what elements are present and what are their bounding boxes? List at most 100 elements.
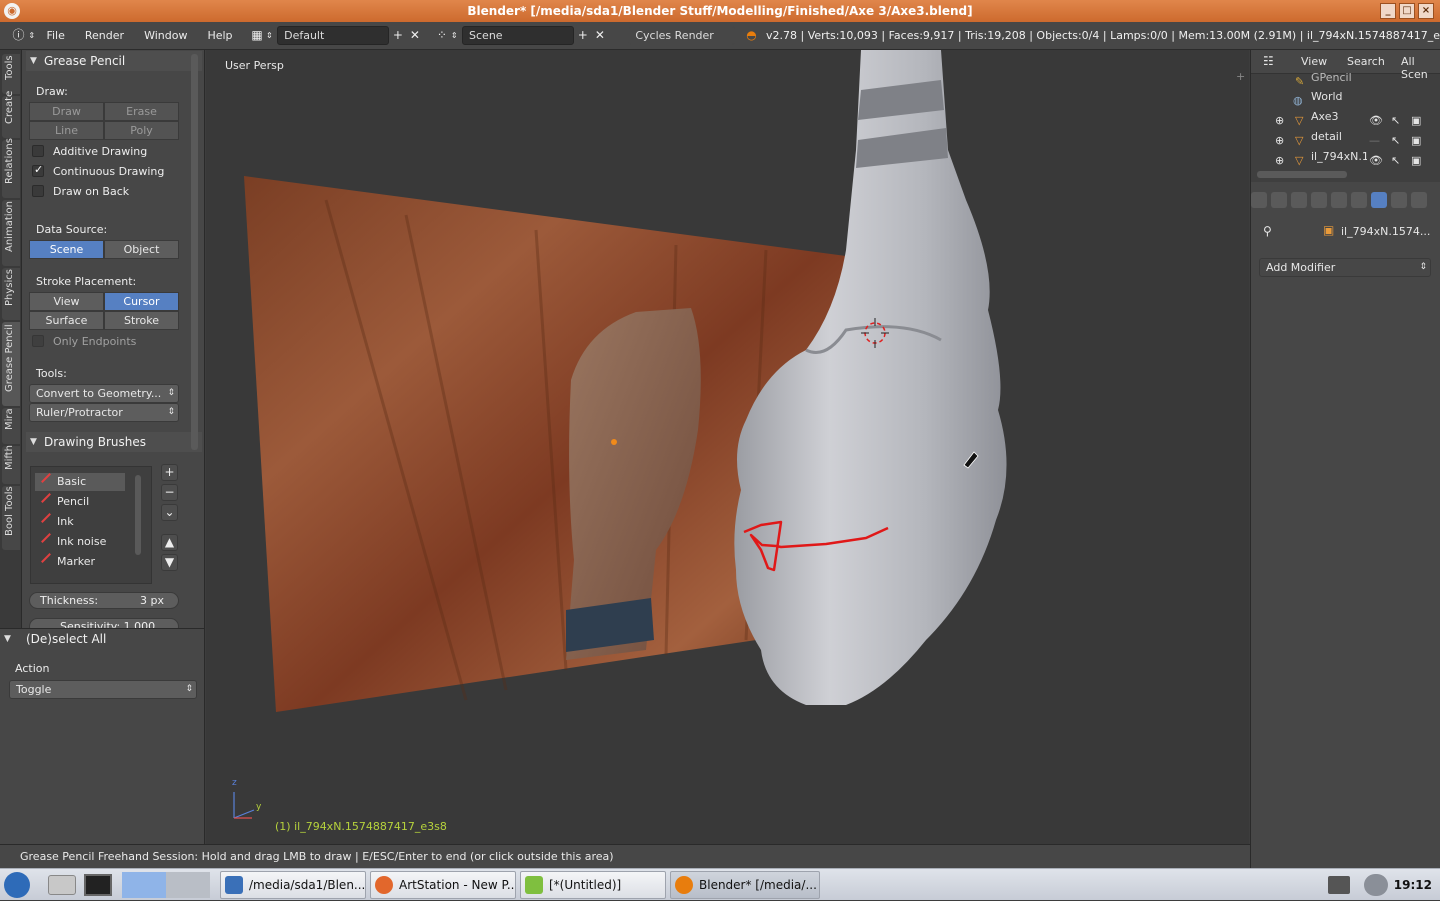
window-menu-icon[interactable]: ◉: [4, 3, 20, 19]
object-tab-icon[interactable]: [1331, 192, 1347, 208]
tab-mifth[interactable]: Mifth: [2, 445, 20, 484]
outliner-horizontal-scrollbar[interactable]: [1257, 171, 1347, 178]
tab-mira[interactable]: Mira: [2, 408, 20, 444]
task-blender[interactable]: Blender* [/media/...: [670, 871, 820, 899]
add-screen-icon[interactable]: +: [389, 26, 406, 45]
remove-scene-icon[interactable]: ✕: [591, 26, 608, 45]
close-button[interactable]: ×: [1418, 3, 1434, 19]
camera-render-icon[interactable]: ▣: [1411, 151, 1421, 171]
info-editor-icon[interactable]: ⓘ: [10, 26, 27, 45]
editor-type-dropdown-icon[interactable]: ⇕: [27, 26, 36, 45]
additive-drawing-checkbox[interactable]: [32, 145, 44, 157]
only-endpoints-checkbox[interactable]: [32, 335, 44, 347]
maximize-button[interactable]: □: [1399, 3, 1415, 19]
tab-create[interactable]: Create: [2, 91, 20, 138]
tab-physics[interactable]: Physics: [2, 268, 20, 320]
world-tab-icon[interactable]: [1311, 192, 1327, 208]
material-tab-icon[interactable]: [1411, 192, 1427, 208]
pin-icon[interactable]: ⚲: [1263, 224, 1272, 238]
task-text-editor[interactable]: [*(Untitled)]: [520, 871, 666, 899]
screen-layout-icon[interactable]: ▦: [249, 26, 266, 45]
render-tab-icon[interactable]: [1251, 192, 1267, 208]
render-layers-tab-icon[interactable]: [1271, 192, 1287, 208]
data-source-scene-button[interactable]: Scene: [29, 240, 104, 259]
poly-button[interactable]: Poly: [104, 121, 179, 140]
scene-icon[interactable]: ⁘: [433, 26, 450, 45]
placement-view-button[interactable]: View: [29, 292, 104, 311]
minimize-button[interactable]: _: [1380, 3, 1396, 19]
action-dropdown[interactable]: Toggle: [9, 680, 197, 699]
modifiers-wrench-icon[interactable]: [1371, 192, 1387, 208]
outliner-item-detail[interactable]: ⊕ ▽ detail — ↖ ▣: [1251, 127, 1440, 147]
chevron-updown-icon[interactable]: ⇕: [266, 26, 274, 45]
move-down-icon[interactable]: ▼: [161, 554, 178, 571]
start-menu-icon[interactable]: [4, 872, 30, 898]
drawing-brushes-panel-header[interactable]: Drawing Brushes: [26, 432, 202, 452]
outliner-menu-view[interactable]: View: [1301, 55, 1327, 68]
convert-to-geometry-dropdown[interactable]: Convert to Geometry...: [29, 384, 179, 403]
eye-icon[interactable]: 👁: [1369, 151, 1383, 171]
line-button[interactable]: Line: [29, 121, 104, 140]
workspace-2[interactable]: [166, 872, 210, 898]
constraints-tab-icon[interactable]: [1351, 192, 1367, 208]
brush-specials-icon[interactable]: ⌄: [161, 504, 178, 521]
brush-marker[interactable]: Marker: [35, 553, 125, 571]
placement-surface-button[interactable]: Surface: [29, 311, 104, 330]
draw-on-back-checkbox[interactable]: [32, 185, 44, 197]
volume-icon[interactable]: [1364, 874, 1388, 896]
task-file-manager[interactable]: /media/sda1/Blen...: [220, 871, 366, 899]
deselect-all-header[interactable]: (De)select All: [0, 629, 204, 649]
tab-tools[interactable]: Tools: [2, 54, 20, 94]
terminal-icon[interactable]: [84, 874, 112, 896]
data-source-object-button[interactable]: Object: [104, 240, 179, 259]
chevron-updown-icon[interactable]: ⇕: [450, 26, 458, 45]
add-modifier-dropdown[interactable]: Add Modifier: [1259, 258, 1431, 277]
remove-brush-icon[interactable]: −: [161, 484, 178, 501]
outliner-item-gpencil[interactable]: ✎ GPencil: [1251, 68, 1440, 88]
tab-grease-pencil[interactable]: Grease Pencil: [2, 322, 20, 406]
remove-screen-icon[interactable]: ✕: [406, 26, 423, 45]
tab-bool-tools[interactable]: Bool Tools: [2, 486, 20, 550]
menu-help[interactable]: Help: [197, 29, 242, 42]
expand-icon[interactable]: ⊕: [1275, 151, 1284, 171]
network-icon[interactable]: [1328, 876, 1350, 894]
tab-relations[interactable]: Relations: [2, 138, 20, 198]
screen-layout-field[interactable]: Default: [277, 26, 390, 45]
brush-ink[interactable]: Ink: [35, 513, 125, 531]
grease-pencil-panel-header[interactable]: Grease Pencil: [26, 51, 202, 71]
outliner-item-image-object[interactable]: ⊕ ▽ il_794xN.1 👁 ↖ ▣: [1251, 147, 1440, 167]
workspace-1[interactable]: [122, 872, 166, 898]
brush-pencil[interactable]: Pencil: [35, 493, 125, 511]
menu-file[interactable]: File: [36, 29, 74, 42]
brush-ink-noise[interactable]: Ink noise: [35, 533, 125, 551]
placement-stroke-button[interactable]: Stroke: [104, 311, 179, 330]
continuous-drawing-checkbox[interactable]: [32, 163, 44, 177]
menu-render[interactable]: Render: [75, 29, 134, 42]
cursor-select-icon[interactable]: ↖: [1391, 151, 1400, 171]
task-firefox[interactable]: ArtStation - New P...: [370, 871, 516, 899]
brush-list-scrollbar[interactable]: [135, 475, 141, 555]
scene-field[interactable]: Scene: [462, 26, 575, 45]
3d-viewport[interactable]: + User Persp z y (1) il_794xN.1574887417…: [206, 50, 1249, 844]
add-brush-icon[interactable]: +: [161, 464, 178, 481]
outliner-menu-search[interactable]: Search: [1347, 55, 1385, 68]
placement-cursor-button[interactable]: Cursor: [104, 292, 179, 311]
add-scene-icon[interactable]: +: [574, 26, 591, 45]
brush-basic[interactable]: Basic: [35, 473, 125, 491]
tab-animation[interactable]: Animation: [2, 200, 20, 266]
tool-shelf-scrollbar[interactable]: [191, 54, 198, 450]
menu-window[interactable]: Window: [134, 29, 197, 42]
data-tab-icon[interactable]: [1391, 192, 1407, 208]
scene-tab-icon[interactable]: [1291, 192, 1307, 208]
render-engine-dropdown[interactable]: Cycles Render: [628, 26, 735, 45]
sensitivity-slider[interactable]: Sensitivity: 1.000: [29, 618, 179, 628]
draw-button[interactable]: Draw: [29, 102, 104, 121]
thickness-slider[interactable]: Thickness: 3 px: [29, 592, 179, 609]
erase-button[interactable]: Erase: [104, 102, 179, 121]
outliner-item-world[interactable]: ◍ World: [1251, 87, 1440, 107]
drive-icon[interactable]: [48, 875, 76, 895]
outliner-type-icon[interactable]: ☷: [1263, 54, 1274, 68]
move-up-icon[interactable]: ▲: [161, 534, 178, 551]
outliner-item-axe3[interactable]: ⊕ ▽ Axe3 👁 ↖ ▣: [1251, 107, 1440, 127]
ruler-protractor-button[interactable]: Ruler/Protractor: [29, 403, 179, 422]
